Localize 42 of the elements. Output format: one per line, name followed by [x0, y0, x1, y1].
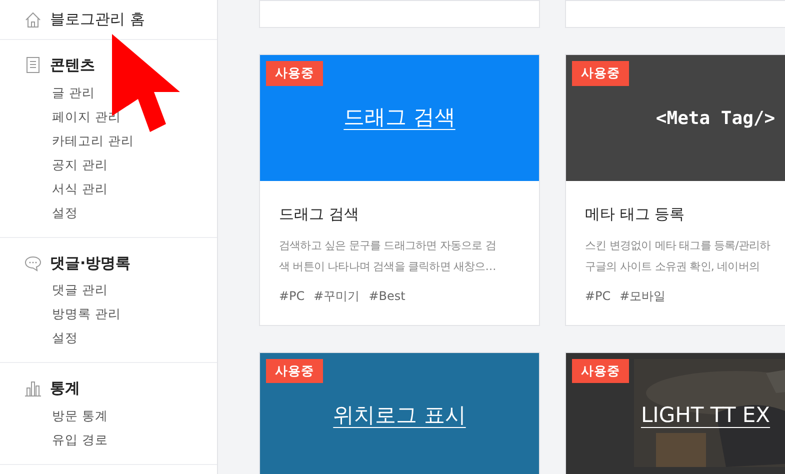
thumbnail-title: 위치로그 표시	[333, 402, 466, 429]
sidebar-link[interactable]: 공지 관리	[52, 152, 108, 176]
card[interactable]: 위치로그 표시 사용중	[259, 352, 540, 474]
status-badge: 사용중	[266, 61, 323, 86]
sidebar-home-link[interactable]: 블로그관리 홈	[50, 8, 145, 31]
speech-bubble-icon	[24, 254, 42, 272]
status-badge: 사용중	[572, 358, 629, 384]
thumbnail-title: 드래그 검색	[344, 104, 456, 132]
sidebar-link[interactable]: 방명록 관리	[52, 302, 121, 326]
sidebar-link[interactable]: 글 관리	[52, 80, 95, 104]
home-icon	[24, 10, 42, 28]
card-title: 메타 태그 등록	[585, 204, 686, 225]
sidebar-link[interactable]: 설정	[52, 326, 78, 350]
sidebar-link[interactable]: 카테고리 관리	[52, 128, 134, 152]
tag-label[interactable]: #모바일	[620, 286, 666, 304]
card-description: 스킨 변경없이 메타 태그를 등록/관리하	[585, 238, 770, 254]
sidebar-link[interactable]: 유입 경로	[52, 428, 108, 452]
sidebar-link[interactable]: 방문 통계	[52, 404, 108, 428]
card-title: 드래그 검색	[279, 204, 360, 225]
status-badge: 사용중	[572, 61, 629, 86]
sidebar-link[interactable]: 설정	[52, 200, 78, 224]
thumbnail-title: <Meta Tag/>	[656, 106, 776, 130]
thumbnail-title: LIGHT TT EX	[640, 402, 770, 429]
section-title: 댓글·방명록	[50, 252, 131, 274]
card[interactable]: <Meta Tag/> 사용중 메타 태그 등록 스킨 변경없이 메타 태그를 등록/관리하 구글의 사이트 소유권 확인, 네이버의 #PC #모바일	[565, 54, 785, 326]
tag-label[interactable]: #PC	[279, 286, 305, 304]
sidebar-link[interactable]: 댓글 관리	[52, 278, 108, 302]
tag-label[interactable]: #Best	[368, 286, 406, 304]
tag-label[interactable]: #꾸미기	[314, 286, 360, 304]
card[interactable]: LIGHT TT EX 사용중	[565, 352, 785, 474]
card-description: 구글의 사이트 소유권 확인, 네이버의	[585, 258, 760, 274]
sidebar-link[interactable]: 페이지 관리	[52, 104, 121, 128]
section-title: 콘텐츠	[50, 55, 95, 76]
tag-label[interactable]: #PC	[585, 286, 611, 304]
section-title: 통계	[50, 378, 80, 399]
card-description: 색 버튼이 나타나며 검색을 클릭하면 새창으…	[279, 258, 496, 274]
card-description: 검색하고 싶은 문구를 드래그하면 자동으로 검	[279, 238, 496, 254]
status-badge: 사용중	[266, 358, 323, 384]
bar-chart-icon	[24, 379, 42, 398]
sidebar-link[interactable]: 서식 관리	[52, 176, 108, 200]
card[interactable]: 드래그 검색 사용중 드래그 검색 검색하고 싶은 문구를 드래그하면 자동으로 검 색 버튼이 나타나며 검색을 클릭하면 새창으… #PC #꾸미기 #Best	[259, 54, 540, 326]
document-icon	[24, 56, 42, 74]
